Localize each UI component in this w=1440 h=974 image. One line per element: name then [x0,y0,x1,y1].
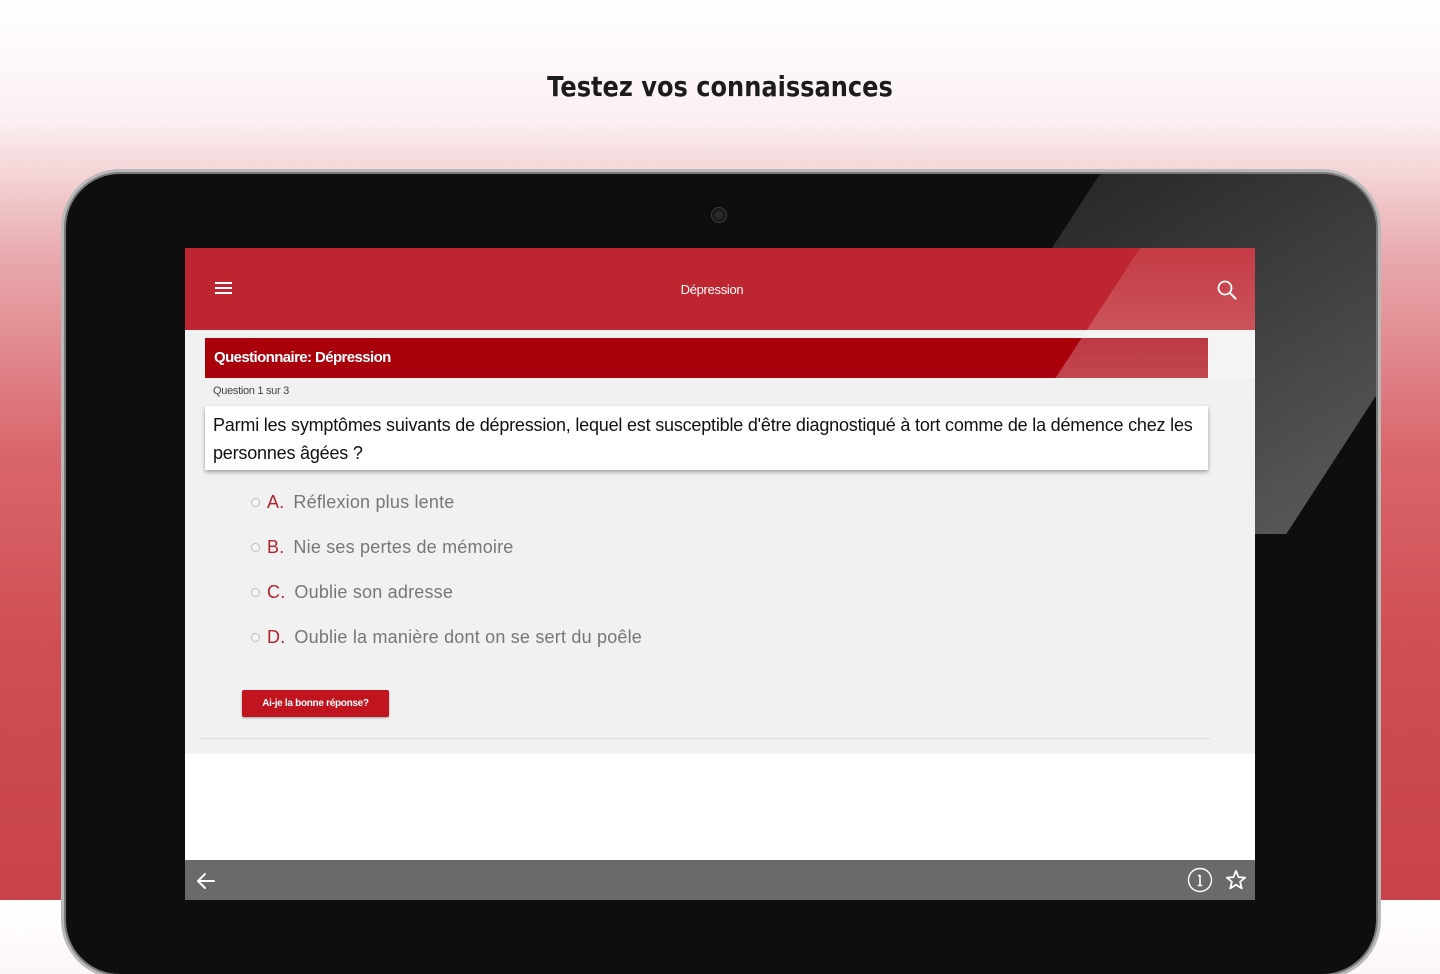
info-circle-icon[interactable] [1187,867,1213,893]
bottom-navigation-bar [185,860,1255,900]
option-letter: D. [267,627,286,647]
camera [712,208,726,222]
option-letter: A. [267,492,285,512]
search-icon[interactable] [1216,279,1238,301]
question-card: Parmi les symptômes suivants de dépressi… [205,406,1208,470]
option-letter: C. [267,582,286,602]
answer-options: A. Réflexion plus lente B. Nie ses perte… [251,480,642,660]
option-a[interactable]: A. Réflexion plus lente [251,480,642,525]
question-counter: Question 1 sur 3 [213,385,289,397]
radio-button[interactable] [251,588,260,597]
option-letter: B. [267,537,285,557]
check-answer-button[interactable]: Ai-je la bonne réponse? [242,690,389,717]
radio-button[interactable] [251,498,260,507]
option-text: Nie ses pertes de mémoire [293,537,514,557]
quiz-header: Questionnaire: Dépression [205,338,1208,378]
arrow-left-icon[interactable] [195,870,217,892]
quiz-content: Questionnaire: Dépression Question 1 sur… [185,330,1255,754]
app-screen: Dépression Questionnaire: Dépression Que… [185,248,1255,900]
promo-title: Testez vos connaissances [547,70,893,103]
option-c[interactable]: C. Oublie son adresse [251,570,642,615]
divider [200,738,1210,739]
option-text: Oublie son adresse [294,582,454,602]
app-bar: Dépression [185,248,1255,330]
radio-button[interactable] [251,543,260,552]
option-text: Réflexion plus lente [293,492,455,512]
option-text: Oublie la manière dont on se sert du poê… [294,627,643,647]
option-b[interactable]: B. Nie ses pertes de mémoire [251,525,642,570]
option-d[interactable]: D. Oublie la manière dont on se sert du … [251,615,642,660]
radio-button[interactable] [251,633,260,642]
star-icon[interactable] [1225,869,1247,891]
app-title: Dépression [680,282,744,297]
